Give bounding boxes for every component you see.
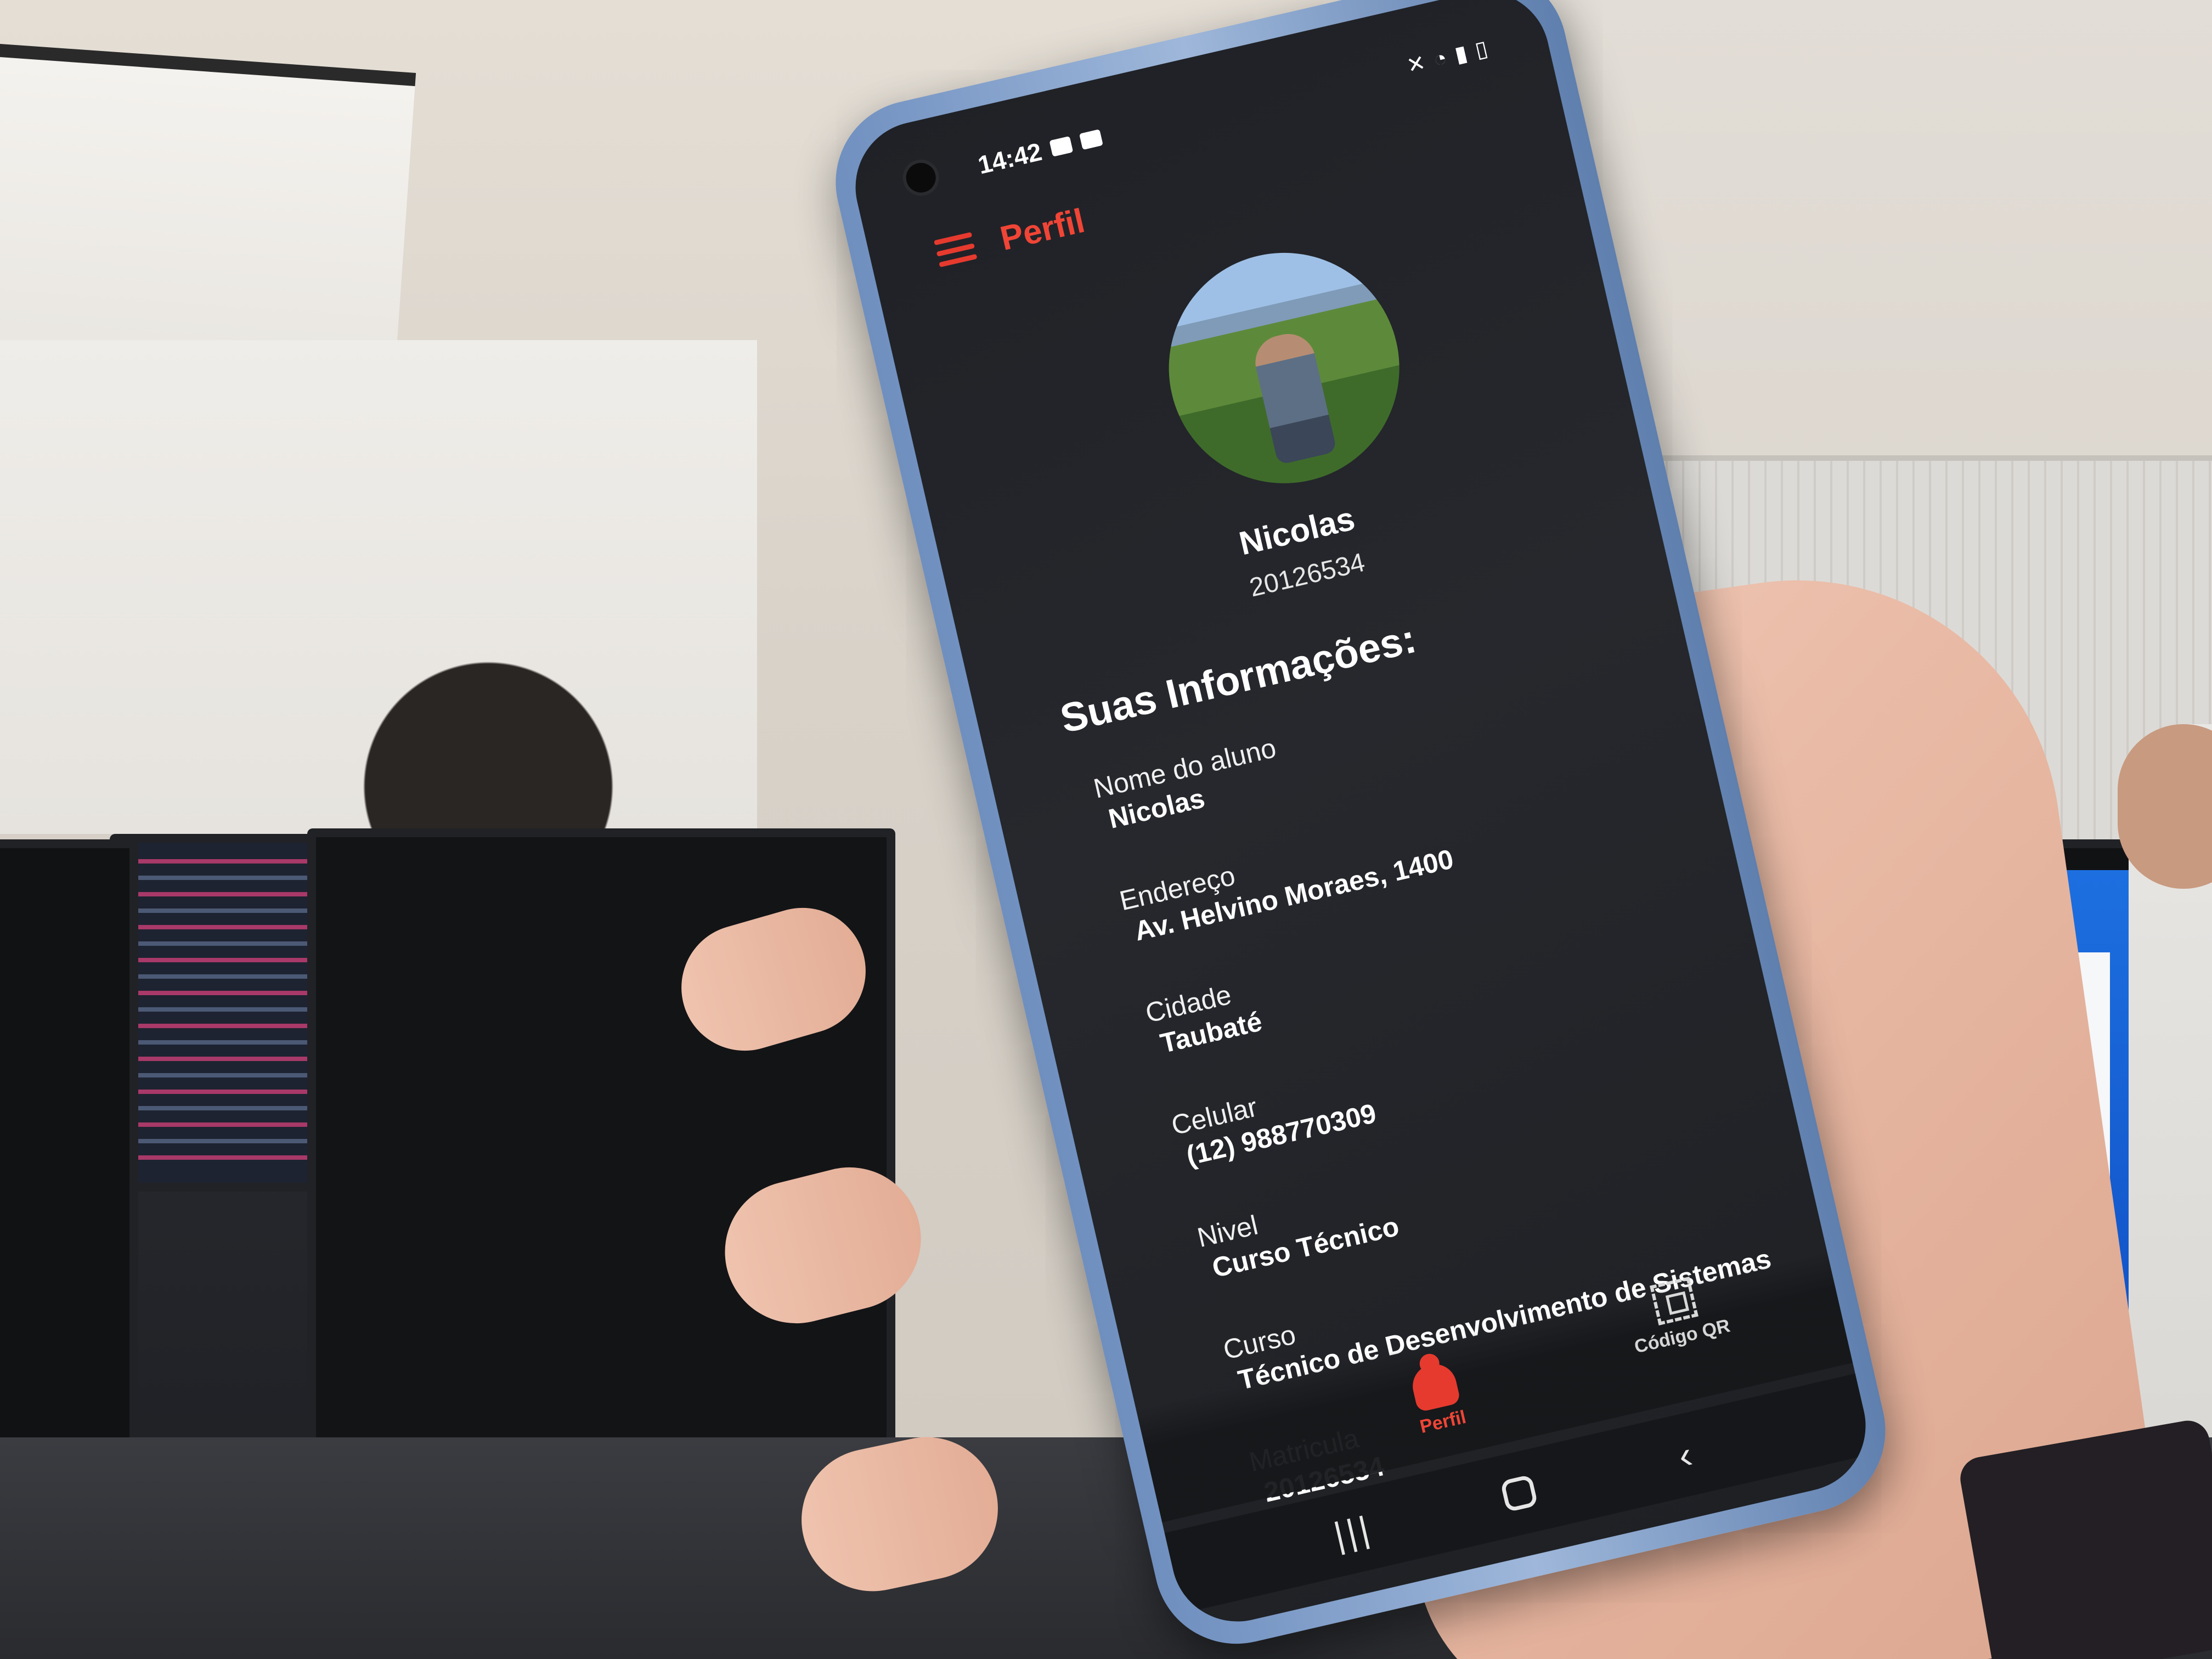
profile-icon (1408, 1359, 1462, 1413)
qr-code-icon (1650, 1277, 1699, 1325)
status-bar: 14:42 ✕ ◔ ▮ ▯ (974, 30, 1491, 184)
status-left: 14:42 (975, 123, 1104, 180)
background-person-right-head (2118, 724, 2212, 889)
notification-icon-2 (1079, 129, 1103, 150)
home-button[interactable] (1483, 1470, 1555, 1516)
avatar (1146, 230, 1423, 506)
battery-icon: ▯ (1472, 36, 1490, 63)
app-bar: Perfil (930, 190, 1091, 283)
hamburger-icon[interactable] (934, 232, 978, 268)
recents-icon[interactable]: ||| (1316, 1504, 1390, 1559)
back-icon[interactable]: ‹ (1648, 1426, 1722, 1484)
photo-scene: 14:42 ✕ ◔ ▮ ▯ Perfil Nicolas 20126534 Su… (0, 0, 2212, 1659)
wifi-icon: ◔ (1431, 45, 1449, 72)
avatar-photo-person (1250, 328, 1338, 465)
notification-icon (1049, 136, 1073, 157)
status-right: ✕ ◔ ▮ ▯ (1404, 36, 1490, 79)
mute-icon: ✕ (1404, 50, 1428, 78)
nav-item-perfil[interactable]: Perfil (1365, 1350, 1509, 1448)
signal-icon: ▮ (1452, 41, 1470, 67)
page-title: Perfil (996, 201, 1088, 258)
status-time: 14:42 (975, 137, 1045, 180)
home-icon (1500, 1474, 1538, 1513)
front-camera (899, 156, 943, 200)
